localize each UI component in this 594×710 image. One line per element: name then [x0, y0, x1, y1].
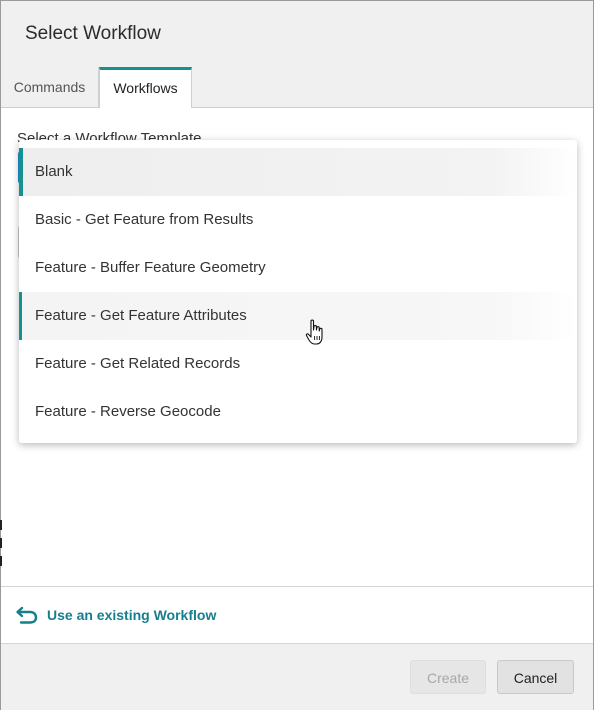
dialog-footer: Create Cancel: [1, 643, 593, 710]
dropdown-option-basic-get-feature[interactable]: Basic - Get Feature from Results: [19, 196, 577, 244]
select-workflow-dialog: Select Workflow Commands Workflows Selec…: [0, 0, 594, 710]
dropdown-option-get-feature-attributes[interactable]: Feature - Get Feature Attributes: [19, 292, 577, 340]
return-arrow-icon: [16, 606, 38, 624]
dialog-header: Select Workflow: [1, 1, 593, 68]
background-edge-mark: [0, 520, 2, 530]
cancel-button[interactable]: Cancel: [497, 660, 574, 694]
background-edge-mark: [0, 556, 2, 566]
background-edge-mark: [0, 538, 2, 548]
dialog-title: Select Workflow: [25, 23, 161, 44]
tab-commands[interactable]: Commands: [1, 67, 99, 107]
dropdown-option-buffer-feature-geometry[interactable]: Feature - Buffer Feature Geometry: [19, 244, 577, 292]
dropdown-option-blank[interactable]: Blank: [19, 148, 577, 196]
existing-workflow-section: Use an existing Workflow: [1, 586, 593, 644]
template-dropdown-list: Blank Basic - Get Feature from Results F…: [19, 140, 577, 443]
hand-pointer-cursor-icon: [305, 319, 323, 345]
use-existing-workflow-label: Use an existing Workflow: [47, 607, 217, 623]
use-existing-workflow-link[interactable]: Use an existing Workflow: [15, 605, 216, 625]
create-button[interactable]: Create: [410, 660, 486, 694]
dropdown-option-reverse-geocode[interactable]: Feature - Reverse Geocode: [19, 388, 577, 436]
tab-bar: Commands Workflows: [1, 67, 593, 108]
tab-workflows[interactable]: Workflows: [99, 67, 192, 108]
dropdown-option-get-related-records[interactable]: Feature - Get Related Records: [19, 340, 577, 388]
